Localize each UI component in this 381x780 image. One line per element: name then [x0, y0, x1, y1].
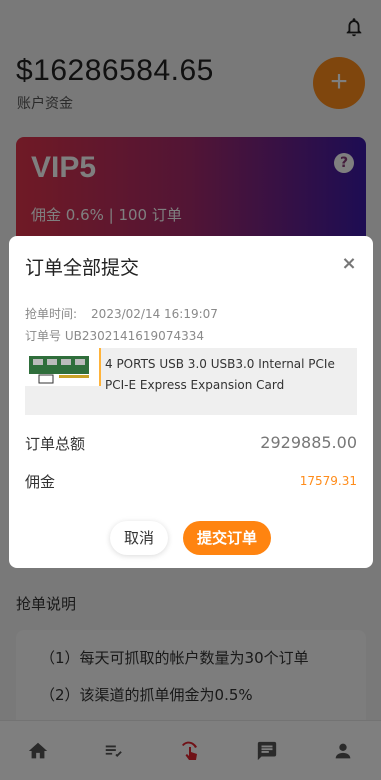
- submit-order-button[interactable]: 提交订单: [183, 521, 271, 555]
- product-image: [25, 348, 101, 386]
- dialog-title: 订单全部提交: [25, 257, 140, 279]
- order-number: 订单号 UB2302141619074334: [25, 329, 204, 343]
- cancel-button[interactable]: 取消: [110, 521, 168, 555]
- product-name: 4 PORTS USB 3.0 USB3.0 Internal PCIe PCI…: [105, 357, 335, 392]
- commission-value: 17579.31: [299, 474, 357, 488]
- submit-order-dialog: 订单全部提交 × 抢单时间: 2023/02/14 16:19:07 订单号 UB…: [9, 236, 373, 568]
- commission-row: 佣金 17579.31: [25, 471, 357, 492]
- order-total-row: 订单总额 2929885.00: [25, 433, 357, 454]
- grab-time-value: 2023/02/14 16:19:07: [91, 307, 218, 321]
- order-total-value: 2929885.00: [260, 433, 357, 452]
- commission-label: 佣金: [25, 473, 56, 491]
- order-total-label: 订单总额: [25, 435, 86, 453]
- close-icon[interactable]: ×: [339, 254, 359, 274]
- product-item: 4 PORTS USB 3.0 USB3.0 Internal PCIe PCI…: [25, 348, 357, 415]
- grab-time: 抢单时间: 2023/02/14 16:19:07: [25, 305, 218, 322]
- grab-time-label: 抢单时间:: [25, 307, 78, 321]
